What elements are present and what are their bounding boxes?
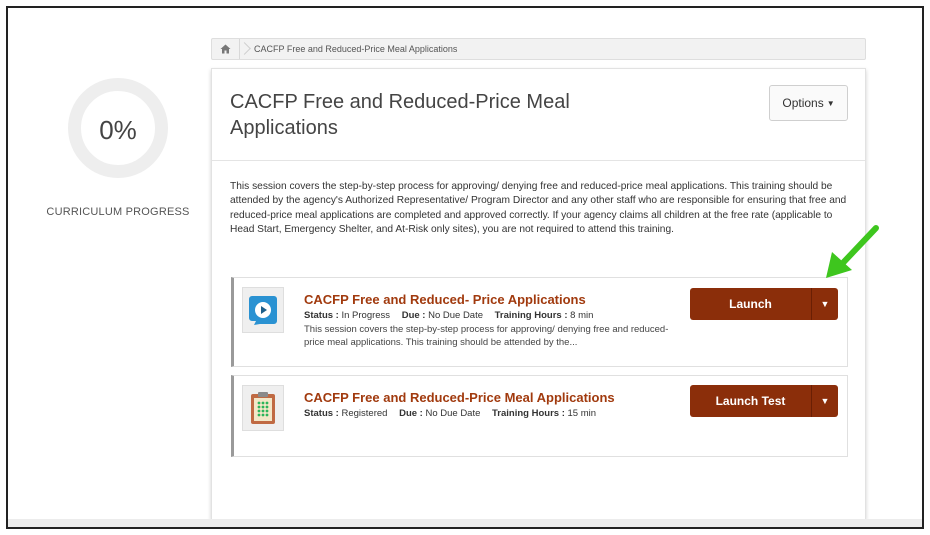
item-meta: Status : In Progress Due : No Due Date T… xyxy=(304,310,674,321)
hours-label: Training Hours : xyxy=(494,310,568,321)
bottom-scroll-band xyxy=(8,519,922,527)
launch-test-button-group: Launch Test ▼ xyxy=(690,385,838,417)
launch-test-button[interactable]: Launch Test xyxy=(690,385,812,417)
home-icon[interactable] xyxy=(212,39,240,59)
item-body: CACFP Free and Reduced-Price Meal Applic… xyxy=(304,390,674,419)
item-description: This session covers the step-by-step pro… xyxy=(304,324,669,348)
options-button[interactable]: Options ▼ xyxy=(769,85,848,121)
green-arrow-icon xyxy=(826,225,879,278)
hours-value: 8 min xyxy=(570,310,594,321)
progress-percent: 0% xyxy=(99,115,137,145)
status-value: In Progress xyxy=(341,310,391,321)
options-label: Options xyxy=(782,96,824,110)
training-card: CACFP Free and Reduced-Price Meal Applic… xyxy=(211,68,866,520)
hours-value: 15 min xyxy=(567,408,597,419)
item-title[interactable]: CACFP Free and Reduced-Price Meal Applic… xyxy=(304,390,674,406)
launch-test-dropdown-toggle[interactable]: ▼ xyxy=(812,385,838,417)
due-label: Due : xyxy=(401,310,426,321)
session-description: This session covers the step-by-step pro… xyxy=(230,181,847,235)
status-label: Status : xyxy=(304,310,339,321)
hours-label: Training Hours : xyxy=(492,408,565,419)
breadcrumb: CACFP Free and Reduced-Price Meal Applic… xyxy=(211,38,866,60)
breadcrumb-current[interactable]: CACFP Free and Reduced-Price Meal Applic… xyxy=(254,44,457,54)
launch-dropdown-toggle[interactable]: ▼ xyxy=(812,288,838,320)
due-value: No Due Date xyxy=(425,408,481,419)
list-item: CACFP Free and Reduced-Price Meal Applic… xyxy=(231,375,848,457)
launch-button[interactable]: Launch xyxy=(690,288,812,320)
app-frame: 0% CURRICULUM PROGRESS CACFP Free and Re… xyxy=(6,6,924,529)
status-label: Status : xyxy=(304,408,339,419)
curriculum-progress: 0% CURRICULUM PROGRESS xyxy=(38,78,198,218)
test-clipboard-icon xyxy=(242,385,284,431)
item-body: CACFP Free and Reduced- Price Applicatio… xyxy=(304,292,674,349)
caret-down-icon: ▼ xyxy=(820,299,830,309)
progress-ring: 0% xyxy=(68,78,168,178)
video-play-icon xyxy=(242,287,284,333)
caret-down-icon: ▼ xyxy=(820,396,830,406)
item-meta: Status : Registered Due : No Due Date Tr… xyxy=(304,408,674,419)
progress-label: CURRICULUM PROGRESS xyxy=(46,206,190,218)
due-value: No Due Date xyxy=(428,310,484,321)
item-title[interactable]: CACFP Free and Reduced- Price Applicatio… xyxy=(304,292,674,308)
due-label: Due : xyxy=(399,408,423,419)
list-item: CACFP Free and Reduced- Price Applicatio… xyxy=(231,277,848,367)
breadcrumb-separator xyxy=(240,39,248,59)
status-value: Registered xyxy=(341,408,388,419)
launch-button-group: Launch ▼ xyxy=(690,288,838,320)
caret-down-icon: ▼ xyxy=(826,98,835,108)
page-title: CACFP Free and Reduced-Price Meal Applic… xyxy=(230,91,570,139)
card-header: CACFP Free and Reduced-Price Meal Applic… xyxy=(212,69,865,161)
